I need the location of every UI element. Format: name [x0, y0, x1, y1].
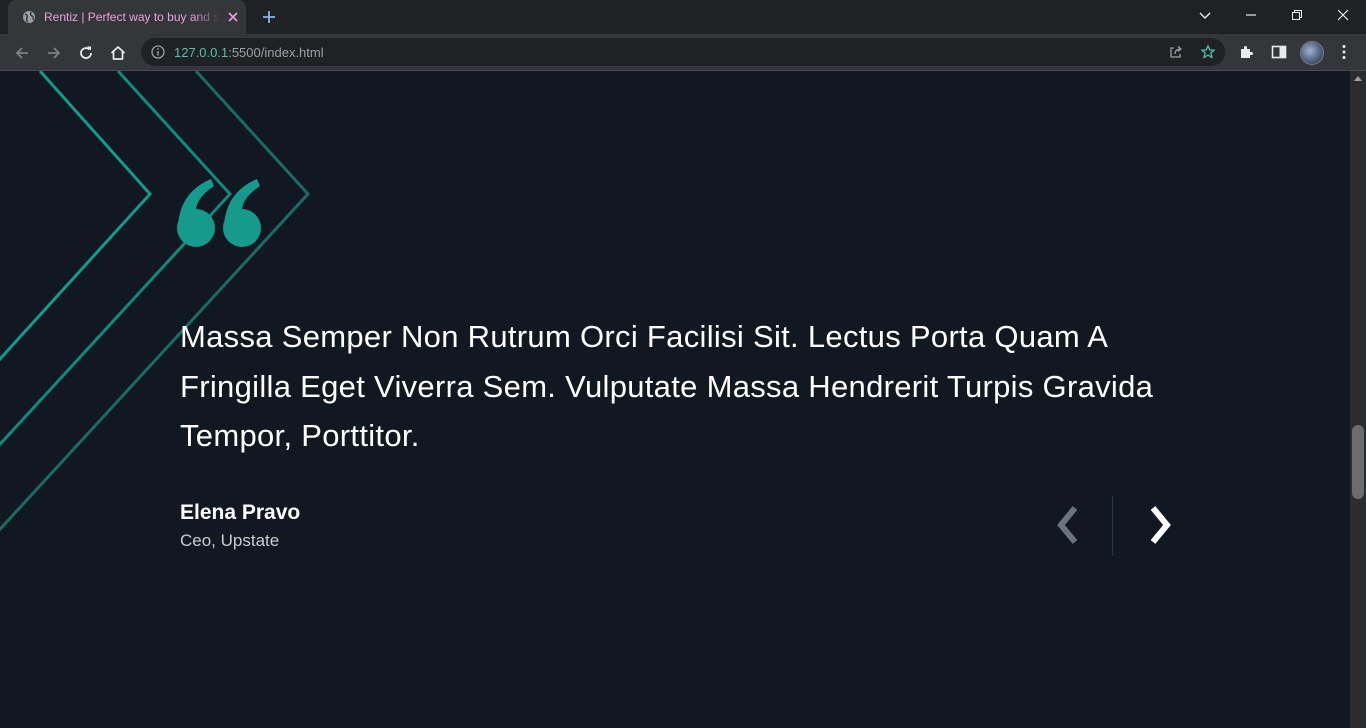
tab-search-button[interactable]: [1182, 0, 1228, 30]
chevron-decoration: [0, 71, 311, 532]
close-icon: [1337, 9, 1349, 21]
info-icon[interactable]: [151, 45, 165, 59]
testimonial-section: Massa Semper Non Rutrum Orci Facilisi Si…: [0, 71, 1350, 728]
share-icon[interactable]: [1168, 44, 1184, 60]
url-text[interactable]: 127.0.0.1:5500/index.html: [174, 45, 324, 60]
chevron-down-icon: [1199, 12, 1211, 19]
restore-button[interactable]: [1274, 0, 1320, 30]
url-path: :5500/index.html: [228, 45, 324, 60]
arrow-divider: [1112, 496, 1113, 556]
back-button[interactable]: [10, 41, 34, 65]
author-role: Ceo, Upstate: [180, 531, 280, 550]
reload-button[interactable]: [74, 41, 98, 65]
close-window-button[interactable]: [1320, 0, 1366, 30]
kebab-menu-icon[interactable]: [1335, 43, 1353, 61]
forward-button[interactable]: [42, 41, 66, 65]
prev-button[interactable]: [1048, 503, 1088, 547]
home-button[interactable]: [106, 41, 130, 65]
author-name: Elena Pravo: [180, 501, 301, 524]
close-icon[interactable]: [225, 9, 241, 25]
arrow-left-icon: [15, 47, 28, 59]
globe-icon: [23, 11, 35, 23]
next-button[interactable]: [1140, 503, 1180, 547]
scroll-up-icon[interactable]: [1354, 75, 1362, 81]
scroll-thumb[interactable]: [1352, 425, 1364, 499]
arrow-right-icon: [48, 47, 61, 59]
avatar[interactable]: [1300, 41, 1324, 65]
quote-icon: [177, 179, 261, 247]
reload-icon: [80, 46, 92, 59]
address-bar[interactable]: 127.0.0.1:5500/index.html: [141, 38, 1225, 66]
browser-tab[interactable]: Rentiz | Perfect way to buy and sell: [8, 0, 246, 34]
chevron-right-icon: [1150, 506, 1171, 544]
minimize-button[interactable]: [1228, 0, 1274, 30]
url-host: 127.0.0.1: [174, 45, 229, 60]
tab-strip: Rentiz | Perfect way to buy and sell: [0, 0, 1366, 34]
testimonial-quote: Massa Semper Non Rutrum Orci Facilisi Si…: [180, 319, 1154, 453]
scrollbar[interactable]: [1350, 71, 1366, 728]
side-panel-icon[interactable]: [1270, 43, 1288, 61]
minimize-icon: [1246, 14, 1256, 16]
tab-title: Rentiz | Perfect way to buy and sell: [44, 10, 220, 24]
puzzle-icon[interactable]: [1238, 43, 1256, 61]
star-icon[interactable]: [1200, 44, 1216, 60]
browser-toolbar: 127.0.0.1:5500/index.html: [0, 34, 1366, 71]
plus-icon[interactable]: [260, 8, 278, 26]
restore-icon: [1292, 10, 1302, 20]
home-icon: [110, 46, 126, 60]
chevron-left-icon: [1057, 506, 1078, 544]
